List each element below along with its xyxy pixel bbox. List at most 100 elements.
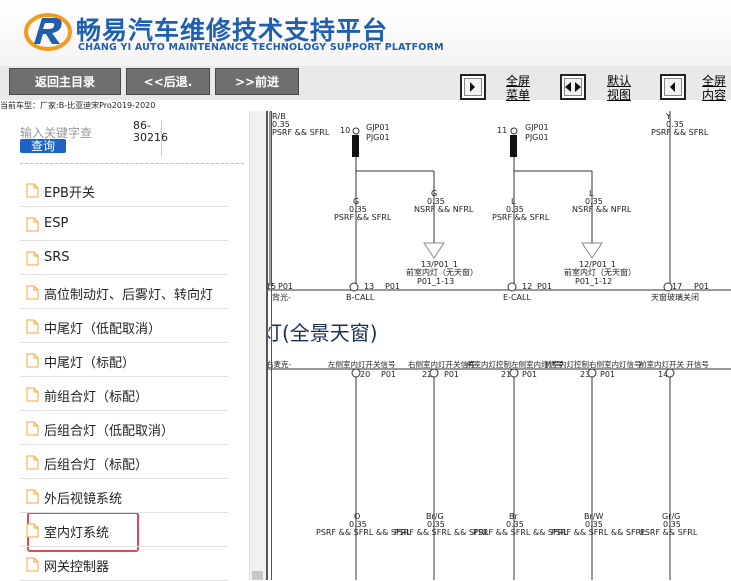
scrollbar-thumb[interactable] <box>252 571 263 580</box>
bottom-label-0: 背光- <box>272 292 291 302</box>
view2-line2: 视图 <box>606 88 631 102</box>
bottom-pin-5: P01 <box>537 282 552 291</box>
sidebar-item-label: SRS <box>44 250 70 265</box>
fullscreen-menu-icon[interactable] <box>460 74 486 100</box>
document-icon <box>26 353 39 368</box>
pin-10: 10 <box>340 126 350 135</box>
bottom-pin-6: 17 <box>672 282 682 291</box>
sidebar-item[interactable]: 外后视镜系统 <box>20 479 228 513</box>
sidebar-item[interactable]: 前组合灯（标配） <box>20 377 228 411</box>
wiring-diagram: R/B 0.35 PSRF && SFRL Y 0.35 PSRF && SFR… <box>266 111 731 580</box>
sidebar-item-label: ESP <box>44 216 69 231</box>
sig-pin-5: P01 <box>522 370 537 379</box>
sidebar-item-label: 后组合灯（标配） <box>44 458 149 473</box>
vin-text: 86-30216 <box>133 119 168 144</box>
conn12-pin: P01_1-12 <box>575 277 612 286</box>
vin-divider <box>161 120 162 156</box>
sidebar-scrollbar[interactable] <box>249 111 267 580</box>
conn13-pin: P01_1-13 <box>417 277 454 286</box>
signal-5: 前室内灯开关 开信号 <box>639 359 709 369</box>
sidebar-item-label: 前组合灯（标配） <box>44 390 149 405</box>
gjp01-a: GJP01 <box>366 123 390 132</box>
gjp01-b: GJP01 <box>525 123 549 132</box>
wire-4-net: PSRF && SFRL <box>640 528 698 537</box>
bottom-label-2: E-CALL <box>503 293 531 302</box>
sidebar-item-label: 网关控制器 <box>44 560 110 575</box>
wire-3-net: PSRF && SFRL && SFRL <box>551 528 646 537</box>
sidebar-item-label: 中尾灯（低配取消） <box>44 322 162 337</box>
sig-pin-0: 20 <box>360 370 370 379</box>
platform-subtitle: CHANG YI AUTO MAINTENANCE TECHNOLOGY SUP… <box>78 42 444 53</box>
fullscreen-content-icon[interactable] <box>660 74 686 100</box>
document-icon <box>26 421 39 436</box>
pjg01-a: PJG01 <box>366 133 390 142</box>
document-icon <box>26 183 39 198</box>
section-title: 灯(全景天窗) <box>266 321 378 345</box>
bottom-pin-7: P01 <box>694 282 709 291</box>
bottom-pin-4: 12 <box>522 282 532 291</box>
fullscreen-content-link[interactable]: 全屏 内容 <box>702 74 731 102</box>
sidebar-item[interactable]: 后组合灯（标配） <box>20 445 228 479</box>
conn12-desc: 前室内灯（无天窗） <box>564 267 636 277</box>
document-icon <box>26 251 39 266</box>
signal-0: 右麦克- <box>266 359 291 369</box>
pjg01-b: PJG01 <box>525 133 549 142</box>
header: 畅易汽车维修技术支持平台 CHANG YI AUTO MAINTENANCE T… <box>0 0 731 66</box>
document-icon <box>26 387 39 402</box>
search-button[interactable]: 查询 <box>20 139 66 153</box>
sidebar-item-label: 后组合灯（低配取消） <box>44 424 175 439</box>
diagram-border <box>266 111 268 580</box>
sidebar-item[interactable]: 中尾灯（标配） <box>20 343 228 377</box>
document-icon <box>26 489 39 504</box>
l2-net: NSRF && NFRL <box>572 205 632 214</box>
g2-net: NSRF && NFRL <box>414 205 474 214</box>
logo-icon <box>24 13 72 51</box>
bottom-pin-2: 13 <box>364 282 374 291</box>
default-view-icon[interactable] <box>560 74 586 100</box>
sig-pin-4: 21 <box>501 370 511 379</box>
toolbar: 返回主目录 <<后退. >>前进 全屏 菜单 默认 视图 全屏 内容 <box>0 66 731 102</box>
sidebar-item[interactable]: 中尾灯（低配取消） <box>20 309 228 343</box>
diagram-border-inner <box>271 111 272 580</box>
sidebar-item-label: 外后视镜系统 <box>44 492 123 507</box>
sidebar-item[interactable]: ESP <box>20 207 228 241</box>
sig-pin-7: P01 <box>600 370 615 379</box>
sidebar-item-label: 高位制动灯、后雾灯、转向灯 <box>44 288 214 303</box>
y-net: PSRF && SFRL <box>651 128 709 137</box>
conn13-desc: 前室内灯（无天窗） <box>406 267 478 277</box>
signal-1: 左侧室内灯开关信号 <box>328 359 396 369</box>
l-net: PSRF && SFRL <box>492 213 550 222</box>
view2-line1: 默认 <box>606 74 631 88</box>
forward-button[interactable]: >>前进 <box>215 68 299 95</box>
view3-line2: 内容 <box>702 88 727 102</box>
view1-line1: 全屏 <box>505 74 530 88</box>
view3-line1: 全屏 <box>702 74 727 88</box>
sidebar-item-label: 中尾灯（标配） <box>44 356 136 371</box>
sidebar-item[interactable]: 室内灯系统 <box>20 513 228 547</box>
sidebar-item[interactable]: SRS <box>20 241 228 275</box>
rb-net: PSRF && SFRL <box>272 128 330 137</box>
g-net: PSRF && SFRL <box>334 213 392 222</box>
sidebar-item-label: 室内灯系统 <box>44 526 110 541</box>
view1-line2: 菜单 <box>505 88 530 102</box>
document-icon <box>26 455 39 470</box>
document-icon <box>26 523 39 538</box>
document-icon <box>26 319 39 334</box>
pin-11: 11 <box>497 126 507 135</box>
document-icon <box>26 285 39 300</box>
default-view-link[interactable]: 默认 视图 <box>601 74 637 102</box>
sidebar-item[interactable]: 网关控制器 <box>20 547 228 581</box>
back-button[interactable]: <<后退. <box>126 68 210 95</box>
sig-pin-3: P01 <box>444 370 459 379</box>
fullscreen-menu-link[interactable]: 全屏 菜单 <box>500 74 536 102</box>
bottom-pin-3: P01 <box>385 282 400 291</box>
sidebar-item[interactable]: 后组合灯（低配取消） <box>20 411 228 445</box>
sidebar-item[interactable]: 高位制动灯、后雾灯、转向灯 <box>20 275 228 309</box>
sidebar-item-label: EPB开关 <box>44 186 95 201</box>
document-icon <box>26 217 39 232</box>
sidebar-item[interactable]: EPB开关 <box>20 173 228 207</box>
sig-pin-1: P01 <box>381 370 396 379</box>
back-to-main-button[interactable]: 返回主目录 <box>9 68 121 95</box>
sidebar-separator <box>20 163 244 164</box>
current-car-model: 当前车型：厂家:B-比亚迪宋Pro2019-2020 <box>0 101 156 110</box>
